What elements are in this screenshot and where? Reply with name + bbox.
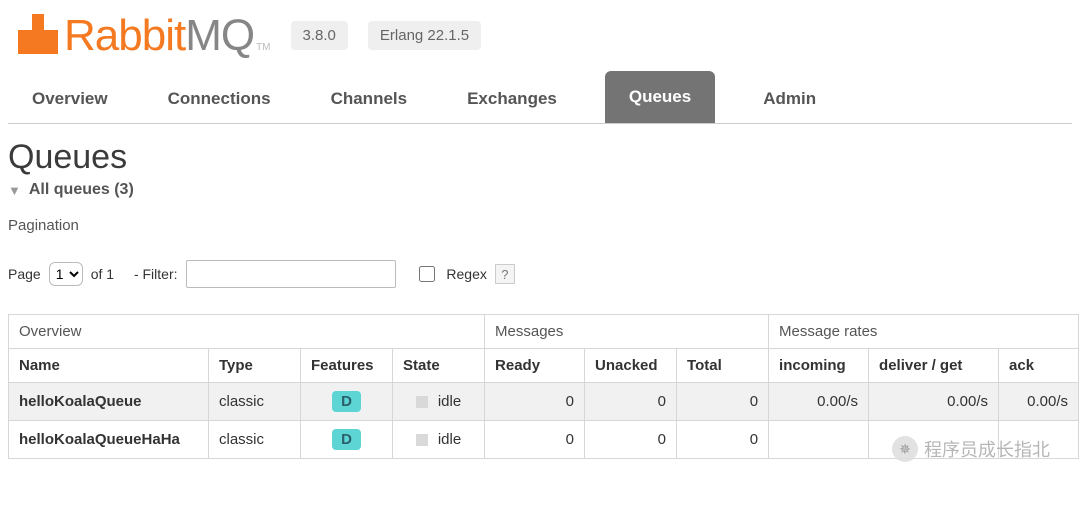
cell-incoming: 0.00/s (769, 383, 869, 421)
regex-help-button[interactable]: ? (495, 264, 515, 284)
cell-ack (999, 421, 1079, 459)
cell-unacked: 0 (585, 421, 677, 459)
col-unacked[interactable]: Unacked (585, 349, 677, 383)
col-name[interactable]: Name (9, 349, 209, 383)
pagination-row: Page 1 of 1 - Filter: Regex ? (8, 260, 1072, 288)
section-label: All queues (3) (29, 181, 134, 199)
cell-total: 0 (677, 383, 769, 421)
tab-queues[interactable]: Queues (605, 71, 715, 123)
pagination-heading: Pagination (8, 217, 1072, 234)
table-row: helloKoalaQueueHaHa classic D idle 0 0 0 (9, 421, 1079, 459)
col-type[interactable]: Type (209, 349, 301, 383)
brand-name-b: MQ (185, 11, 254, 60)
state-dot-icon (416, 396, 428, 408)
cell-ack: 0.00/s (999, 383, 1079, 421)
cell-incoming (769, 421, 869, 459)
erlang-badge: Erlang 22.1.5 (368, 21, 481, 50)
table-body: helloKoalaQueue classic D idle 0 0 0 0.0… (9, 383, 1079, 459)
filter-label: - Filter: (134, 266, 178, 282)
chevron-down-icon: ▼ (8, 183, 21, 198)
regex-label: Regex (446, 266, 486, 282)
tab-channels[interactable]: Channels (319, 75, 420, 123)
col-state[interactable]: State (393, 349, 485, 383)
brand-name-a: Rabbit (64, 11, 185, 60)
queues-table: Overview Messages Message rates Name Typ… (8, 314, 1079, 459)
logo-icon (18, 14, 58, 54)
cell-deliver-get (869, 421, 999, 459)
group-overview: Overview (9, 315, 485, 349)
cell-ready: 0 (485, 421, 585, 459)
page-title: Queues (8, 138, 1072, 177)
page-label: Page (8, 266, 41, 282)
state-dot-icon (416, 434, 428, 446)
col-total[interactable]: Total (677, 349, 769, 383)
feature-badge-d: D (332, 391, 361, 412)
queue-state: idle (438, 393, 461, 410)
logo-text: RabbitMQ (64, 11, 254, 61)
col-ready[interactable]: Ready (485, 349, 585, 383)
cell-total: 0 (677, 421, 769, 459)
logo: RabbitMQ TM (18, 10, 271, 61)
cell-ready: 0 (485, 383, 585, 421)
regex-checkbox[interactable] (419, 266, 435, 282)
col-incoming[interactable]: incoming (769, 349, 869, 383)
queue-state: idle (438, 431, 461, 448)
queue-type: classic (209, 421, 301, 459)
queue-name-link[interactable]: helloKoalaQueue (19, 393, 142, 410)
table-row: helloKoalaQueue classic D idle 0 0 0 0.0… (9, 383, 1079, 421)
page-select[interactable]: 1 (49, 262, 83, 286)
group-messages: Messages (485, 315, 769, 349)
version-badge: 3.8.0 (291, 21, 348, 50)
header: RabbitMQ TM 3.8.0 Erlang 22.1.5 (8, 6, 1072, 71)
group-rates: Message rates (769, 315, 1079, 349)
cell-unacked: 0 (585, 383, 677, 421)
nav-tabs: Overview Connections Channels Exchanges … (8, 71, 1072, 124)
tab-connections[interactable]: Connections (156, 75, 283, 123)
trademark-label: TM (256, 42, 270, 53)
filter-input[interactable] (186, 260, 396, 288)
queue-name-link[interactable]: helloKoalaQueueHaHa (19, 431, 180, 448)
tab-exchanges[interactable]: Exchanges (455, 75, 569, 123)
tab-overview[interactable]: Overview (20, 75, 120, 123)
tab-admin[interactable]: Admin (751, 75, 828, 123)
col-features[interactable]: Features (301, 349, 393, 383)
page-of-label: of 1 (91, 266, 114, 282)
table-column-header: Name Type Features State Ready Unacked T… (9, 349, 1079, 383)
col-deliver-get[interactable]: deliver / get (869, 349, 999, 383)
queue-type: classic (209, 383, 301, 421)
feature-badge-d: D (332, 429, 361, 450)
section-all-queues[interactable]: ▼ All queues (3) (8, 181, 1072, 199)
cell-deliver-get: 0.00/s (869, 383, 999, 421)
table-group-header: Overview Messages Message rates (9, 315, 1079, 349)
col-ack[interactable]: ack (999, 349, 1079, 383)
